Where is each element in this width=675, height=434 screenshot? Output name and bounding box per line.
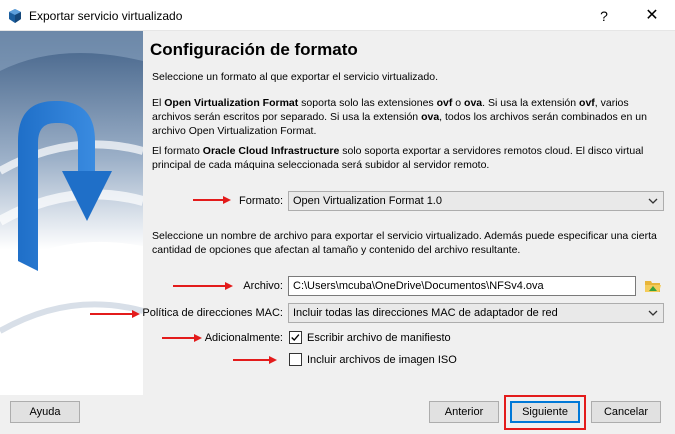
ovf-description: El Open Virtualization Format soporta so… [152, 97, 647, 137]
wizard-content: Configuración de formato Seleccione un f… [0, 31, 675, 395]
check-icon [291, 334, 300, 342]
help-button[interactable]: Ayuda [10, 401, 80, 423]
manifest-checkbox[interactable] [289, 331, 302, 344]
chevron-down-icon [648, 310, 658, 316]
virtualbox-icon [9, 9, 21, 23]
button-bar: Ayuda Anterior Siguiente Cancelar [0, 395, 675, 434]
file-path-field[interactable] [288, 276, 636, 296]
file-path-input[interactable] [289, 277, 635, 295]
annotation-arrow-iso [233, 356, 277, 364]
help-title-button[interactable]: ? [589, 4, 619, 28]
iso-label[interactable]: Incluir archivos de imagen ISO [307, 354, 457, 366]
next-button-highlight [504, 395, 586, 430]
title-bar: Exportar servicio virtualizado ? ✕ [0, 0, 675, 31]
mac-policy-select[interactable]: Incluir todas las direcciones MAC de ada… [288, 303, 664, 323]
annotation-arrow-mac [90, 310, 140, 318]
annotation-arrow-additional [162, 334, 202, 342]
oci-description: El formato Oracle Cloud Infrastructure s… [152, 145, 644, 171]
mac-policy-label: Política de direcciones MAC: [142, 307, 283, 319]
window-title: Exportar servicio virtualizado [29, 9, 183, 23]
page-title: Configuración de formato [150, 40, 358, 59]
annotation-arrow-file [173, 282, 233, 290]
annotation-arrow-format [193, 196, 231, 204]
close-button[interactable]: ✕ [634, 4, 670, 28]
format-select[interactable]: Open Virtualization Format 1.0 [288, 191, 664, 211]
format-value: Open Virtualization Format 1.0 [293, 195, 442, 207]
folder-open-icon[interactable] [643, 276, 663, 296]
intro-text: Seleccione un formato al que exportar el… [152, 71, 438, 83]
chevron-down-icon [648, 198, 658, 204]
right-pane: Configuración de formato Seleccione un f… [142, 31, 675, 395]
manifest-label[interactable]: Escribir archivo de manifiesto [307, 332, 451, 344]
iso-checkbox[interactable] [289, 353, 302, 366]
cancel-button[interactable]: Cancelar [591, 401, 661, 423]
file-intro-text: Seleccione un nombre de archivo para exp… [152, 230, 657, 256]
back-button[interactable]: Anterior [429, 401, 499, 423]
mac-policy-value: Incluir todas las direcciones MAC de ada… [293, 307, 558, 319]
wizard-illustration [0, 31, 143, 395]
